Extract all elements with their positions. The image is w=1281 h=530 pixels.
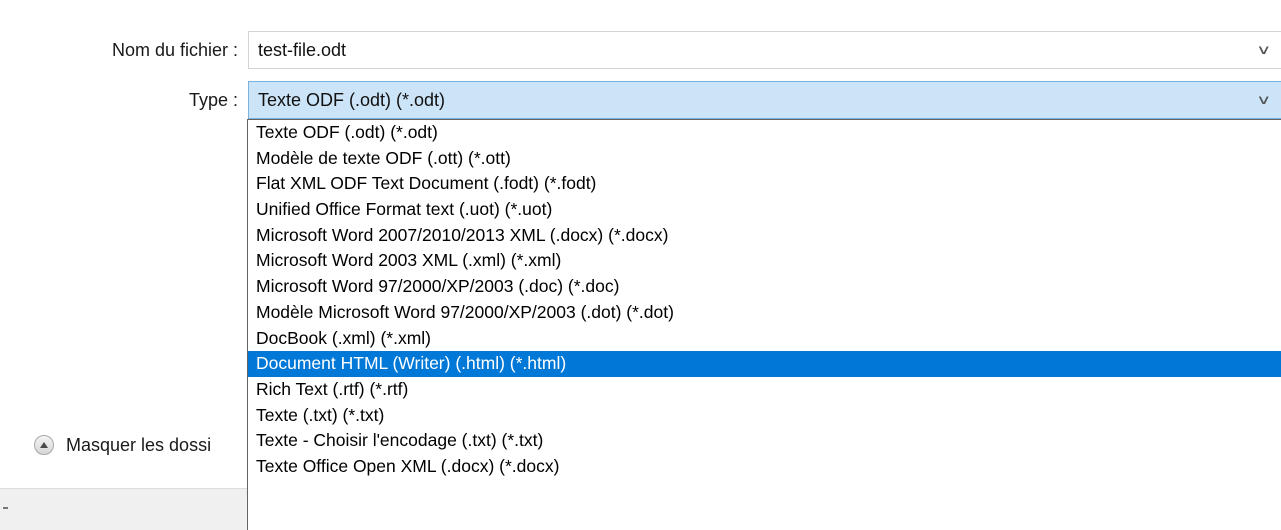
type-option[interactable]: Texte (.txt) (*.txt) — [248, 403, 1281, 429]
type-option[interactable]: Microsoft Word 2007/2010/2013 XML (.docx… — [248, 223, 1281, 249]
filename-value[interactable]: test-file.odt — [258, 40, 346, 60]
type-options-list[interactable]: Texte ODF (.odt) (*.odt) Modèle de texte … — [247, 119, 1281, 530]
type-option[interactable]: Microsoft Word 97/2000/XP/2003 (.doc) (*… — [248, 274, 1281, 300]
type-option[interactable]: Modèle de texte ODF (.ott) (*.ott) — [248, 146, 1281, 172]
type-option[interactable]: Document HTML (Writer) (.html) (*.html) — [248, 351, 1281, 377]
type-option[interactable]: Modèle Microsoft Word 97/2000/XP/2003 (.… — [248, 300, 1281, 326]
type-option[interactable]: Unified Office Format text (.uot) (*.uot… — [248, 197, 1281, 223]
hide-folders-button[interactable]: Masquer les dossi — [34, 432, 247, 458]
footer-divider — [3, 507, 8, 509]
type-selected-value[interactable]: Texte ODF (.odt) (*.odt) — [258, 90, 445, 110]
type-option[interactable]: Texte ODF (.odt) (*.odt) — [248, 120, 1281, 146]
type-dropdown[interactable]: Texte ODF (.odt) (*.odt) ∨ — [248, 81, 1281, 119]
save-dialog: Nom du fichier : test-file.odt ∨ Type : … — [0, 0, 1281, 530]
filename-combobox[interactable]: test-file.odt ∨ — [248, 31, 1281, 69]
type-label: Type : — [188, 90, 238, 110]
type-option[interactable]: DocBook (.xml) (*.xml) — [248, 326, 1281, 352]
hide-folders-label[interactable]: Masquer les dossi — [66, 435, 247, 456]
filename-label: Nom du fichier : — [111, 40, 238, 60]
type-option[interactable]: Flat XML ODF Text Document (.fodt) (*.fo… — [248, 171, 1281, 197]
type-option[interactable]: Rich Text (.rtf) (*.rtf) — [248, 377, 1281, 403]
chevron-down-icon[interactable]: ∨ — [1257, 32, 1272, 68]
type-option[interactable]: Microsoft Word 2003 XML (.xml) (*.xml) — [248, 248, 1281, 274]
dialog-footer — [0, 488, 247, 530]
type-option[interactable]: Texte - Choisir l'encodage (.txt) (*.txt… — [248, 428, 1281, 454]
type-option[interactable]: Texte Office Open XML (.docx) (*.docx) — [248, 454, 1281, 480]
chevron-up-circle-icon[interactable] — [34, 435, 54, 455]
chevron-down-icon[interactable]: ∨ — [1257, 82, 1272, 118]
